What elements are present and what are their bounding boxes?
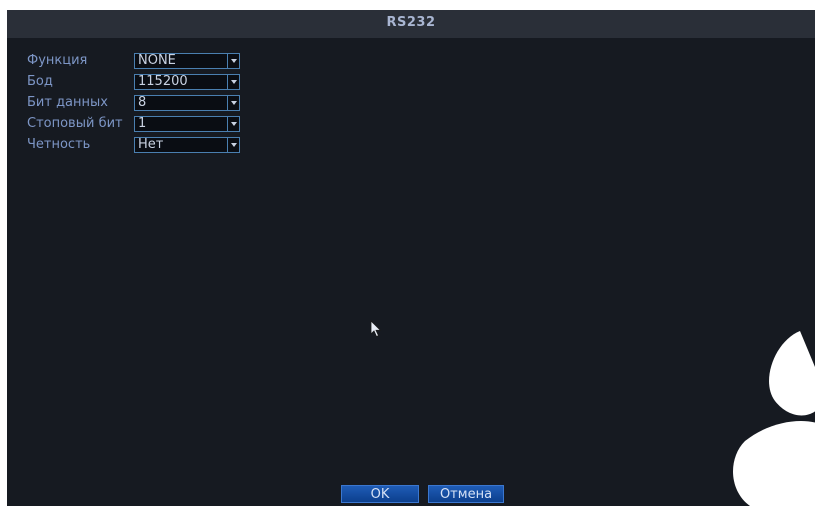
data-bits-label: Бит данных bbox=[27, 95, 108, 110]
data-bits-select[interactable]: 8 bbox=[134, 95, 240, 111]
baud-value: 115200 bbox=[138, 74, 188, 89]
chevron-down-icon[interactable] bbox=[227, 138, 239, 152]
parity-label: Четность bbox=[27, 137, 91, 152]
mouse-pointer-icon bbox=[370, 320, 382, 338]
parity-value: Нет bbox=[138, 137, 164, 152]
chevron-down-icon[interactable] bbox=[227, 75, 239, 89]
rs232-window: RS232 Функция NONE Бод 115200 Бит данных… bbox=[7, 10, 815, 506]
title-bar: RS232 bbox=[7, 10, 815, 38]
parity-select[interactable]: Нет bbox=[134, 137, 240, 153]
window-title: RS232 bbox=[386, 15, 436, 30]
chevron-down-icon[interactable] bbox=[227, 117, 239, 131]
watermark-logo bbox=[733, 331, 815, 506]
ok-button[interactable]: OK bbox=[341, 485, 419, 503]
stop-bit-value: 1 bbox=[138, 116, 147, 131]
stop-bit-label: Стоповый бит bbox=[27, 116, 123, 131]
stop-bit-select[interactable]: 1 bbox=[134, 116, 240, 132]
function-value: NONE bbox=[138, 53, 176, 68]
data-bits-value: 8 bbox=[138, 95, 147, 110]
chevron-down-icon[interactable] bbox=[227, 54, 239, 68]
function-select[interactable]: NONE bbox=[134, 53, 240, 69]
chevron-down-icon[interactable] bbox=[227, 96, 239, 110]
baud-select[interactable]: 115200 bbox=[134, 74, 240, 90]
cancel-button[interactable]: Отмена bbox=[428, 485, 504, 503]
baud-label: Бод bbox=[27, 74, 53, 89]
function-label: Функция bbox=[27, 53, 88, 68]
screen-frame: RS232 Функция NONE Бод 115200 Бит данных… bbox=[0, 0, 818, 510]
